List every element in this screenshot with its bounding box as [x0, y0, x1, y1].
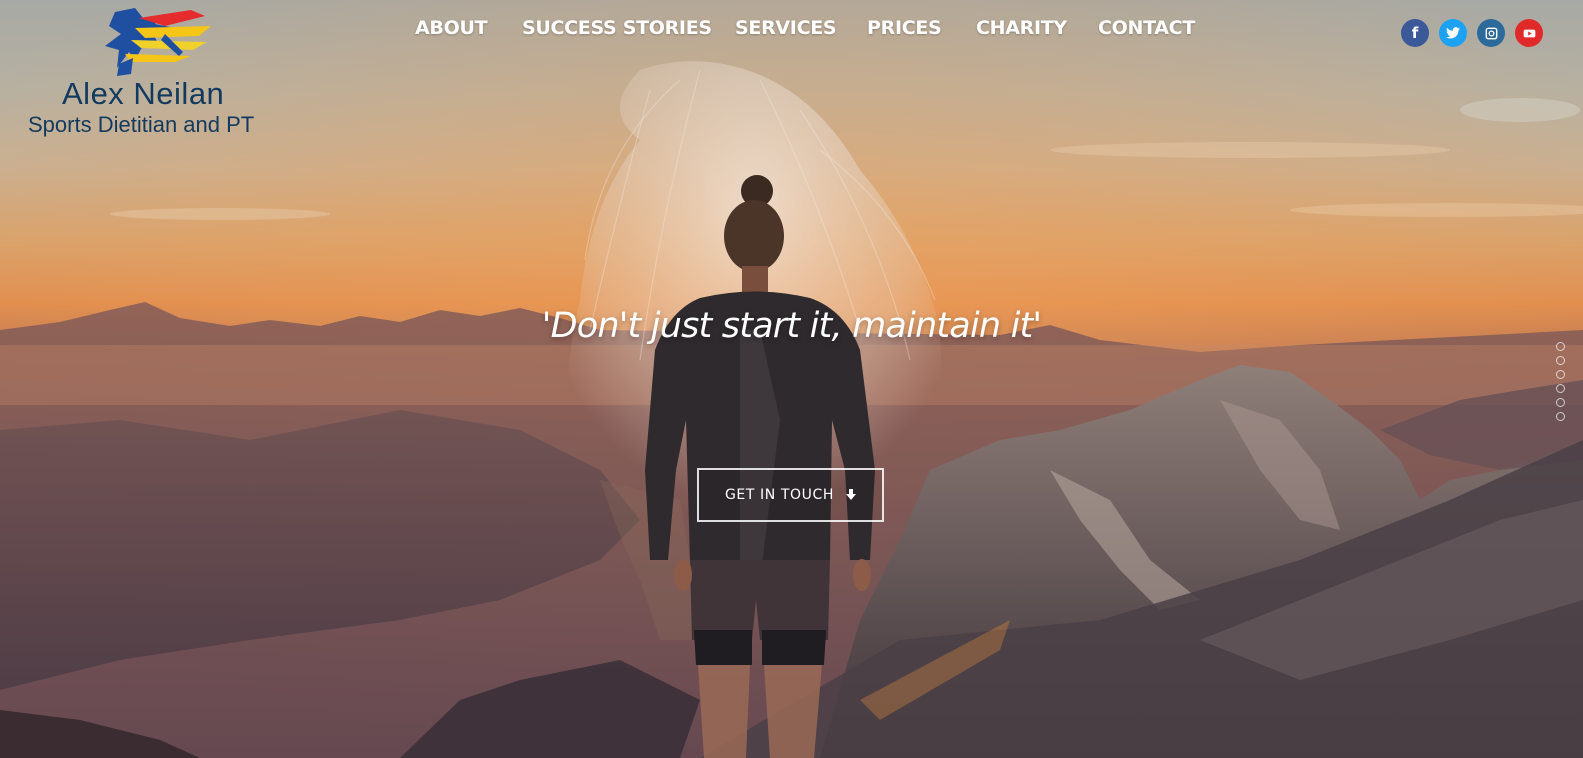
- youtube-button[interactable]: [1515, 19, 1543, 47]
- brand-name: Alex Neilan: [62, 76, 225, 111]
- brand-tagline: Sports Dietitian and PT: [28, 112, 255, 137]
- nav-item-about[interactable]: ABOUT: [415, 17, 488, 39]
- slide-dots: [1556, 342, 1565, 426]
- slide-dot-1[interactable]: [1556, 342, 1565, 351]
- slide-dot-6[interactable]: [1556, 412, 1565, 421]
- instagram-button[interactable]: [1477, 19, 1505, 47]
- youtube-icon: [1523, 29, 1535, 37]
- hero-quote: 'Don't just start it, maintain it': [541, 306, 1042, 346]
- get-in-touch-button[interactable]: GET IN TOUCH: [697, 468, 884, 522]
- twitter-button[interactable]: [1439, 19, 1467, 47]
- runner-logo-icon: [105, 8, 211, 76]
- nav-item-charity[interactable]: CHARITY: [976, 17, 1067, 39]
- slide-dot-4[interactable]: [1556, 384, 1565, 393]
- nav-item-success-stories[interactable]: SUCCESS STORIES: [522, 17, 712, 39]
- slide-dot-2[interactable]: [1556, 356, 1565, 365]
- arrow-down-icon: [846, 489, 857, 500]
- cta-label: GET IN TOUCH: [724, 487, 835, 503]
- nav-item-services[interactable]: SERVICES: [735, 17, 837, 39]
- facebook-button[interactable]: f: [1401, 19, 1429, 47]
- slide-dot-3[interactable]: [1556, 370, 1565, 379]
- slide-dot-5[interactable]: [1556, 398, 1565, 407]
- nav-item-prices[interactable]: PRICES: [867, 17, 942, 39]
- brand-logo[interactable]: Alex Neilan Sports Dietitian and PT: [25, 4, 285, 144]
- twitter-icon: [1446, 27, 1460, 39]
- nav-item-contact[interactable]: CONTACT: [1098, 17, 1195, 39]
- instagram-icon: [1485, 27, 1497, 39]
- facebook-icon: f: [1411, 24, 1419, 42]
- hero-section: Alex Neilan Sports Dietitian and PT ABOU…: [0, 0, 1583, 758]
